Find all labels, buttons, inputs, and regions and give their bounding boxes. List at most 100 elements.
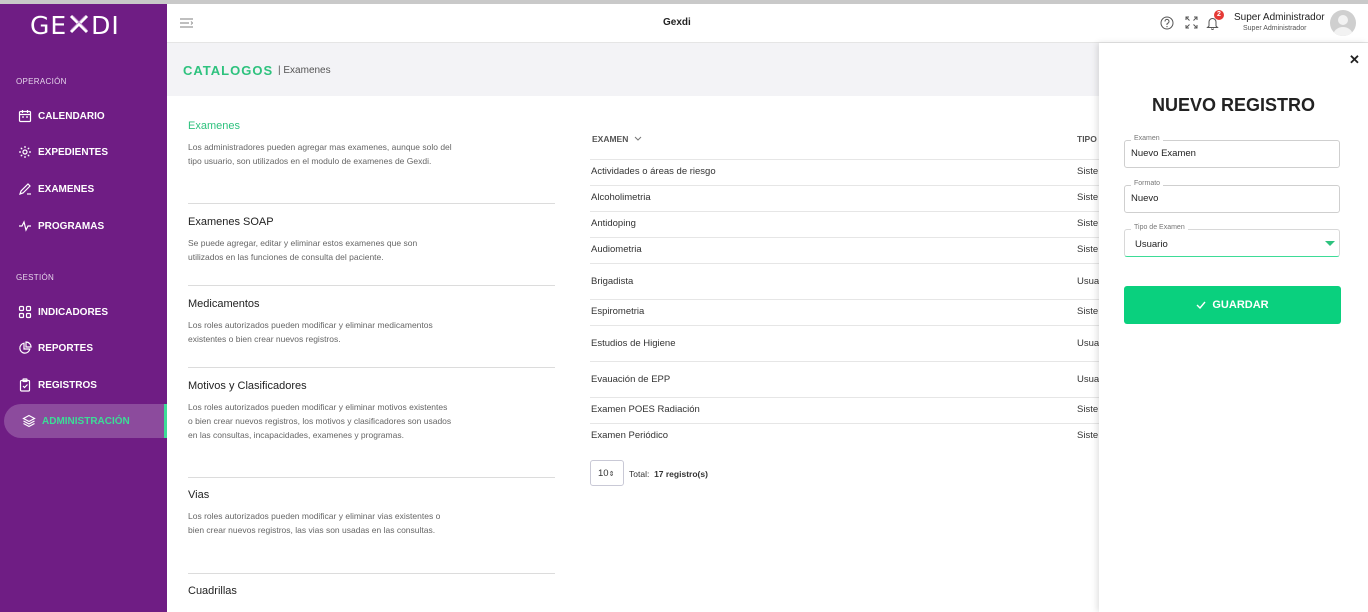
field-label: Examen <box>1131 135 1163 142</box>
cell-examen: Estudios de Higiene <box>591 338 676 349</box>
new-record-drawer: ✕ NUEVO REGISTRO Examen Formato Tipo de … <box>1099 43 1368 612</box>
cell-tipo: Usua <box>1077 374 1100 385</box>
cell-examen: Actividades o áreas de riesgo <box>591 166 716 177</box>
page-heading: CATALOGOS | Examenes <box>167 44 1102 96</box>
page-title: CATALOGOS <box>183 63 274 78</box>
expedientes-icon <box>19 146 31 158</box>
save-button[interactable]: GUARDAR <box>1124 286 1341 324</box>
table-row[interactable]: Alcoholimetria Siste <box>590 185 1102 211</box>
drawer-title: NUEVO REGISTRO <box>1151 95 1316 115</box>
catalog-title: Motivos y Clasificadores <box>188 380 307 392</box>
table-row[interactable]: Brigadista Usua <box>590 263 1102 299</box>
avatar[interactable] <box>1330 10 1356 36</box>
table-row[interactable]: Actividades o áreas de riesgo Siste <box>590 159 1102 185</box>
help-icon[interactable] <box>1160 16 1174 30</box>
divider <box>188 203 555 204</box>
table-row[interactable]: Examen Periódico Siste <box>590 423 1102 449</box>
table-row[interactable]: Espirometria Siste <box>590 299 1102 325</box>
sidebar-item-label: PROGRAMAS <box>38 220 105 232</box>
catalog-title: Cuadrillas <box>188 585 237 597</box>
sort-arrows-icon: ⇕ <box>608 471 615 478</box>
sidebar-item-label: INDICADORES <box>38 306 109 318</box>
catalog-description: Los roles autorizados pueden modificar y… <box>188 320 433 344</box>
cell-examen: Evauación de EPP <box>591 374 671 385</box>
sidebar-item-expedientes[interactable]: EXPEDIENTES <box>18 142 108 162</box>
page-size-select[interactable]: 10⇕ <box>590 460 624 486</box>
catalog-description: Los administradores pueden agregar mas e… <box>188 142 452 166</box>
divider <box>188 477 555 478</box>
catalog-medicamentos[interactable]: Medicamentos Los roles autorizados puede… <box>188 298 555 346</box>
cell-tipo: Usua <box>1077 276 1100 287</box>
sidebar-item-registros[interactable]: REGISTROS <box>18 375 97 395</box>
field-label: Tipo de Examen <box>1131 224 1188 231</box>
cell-tipo: Siste <box>1077 218 1099 229</box>
tipo-examen-select[interactable]: Tipo de Examen Usuario <box>1124 224 1340 257</box>
column-header-tipo[interactable]: TIPO <box>1077 134 1097 144</box>
catalog-description: Se puede agregar, editar y eliminar esto… <box>188 238 418 262</box>
cell-examen: Espirometria <box>591 306 645 317</box>
sidebar-item-reportes[interactable]: REPORTES <box>18 338 93 358</box>
sidebar-item-indicadores[interactable]: INDICADORES <box>18 302 108 322</box>
page-size-value: 10 <box>598 468 609 479</box>
close-icon[interactable]: ✕ <box>1349 52 1360 68</box>
catalog-cuadrillas[interactable]: Cuadrillas <box>188 585 555 605</box>
cell-tipo: Siste <box>1077 192 1099 203</box>
pie-chart-icon <box>19 341 32 354</box>
logo-text-right: DI <box>91 11 120 40</box>
cell-tipo: Siste <box>1077 404 1099 415</box>
app-logo[interactable]: GE DI <box>30 10 120 40</box>
table-row[interactable]: Antidoping Siste <box>590 211 1102 237</box>
sidebar-item-label: CALENDARIO <box>38 110 105 122</box>
column-header-label: EXAMEN <box>592 134 629 144</box>
examen-field[interactable]: Examen <box>1124 135 1340 168</box>
logo-text-left: GE <box>30 11 68 40</box>
column-header-examen[interactable]: EXAMEN <box>592 134 642 144</box>
cell-examen: Antidoping <box>591 218 636 229</box>
user-icon <box>1333 15 1353 36</box>
sidebar-item-label: ADMINISTRACIÓN <box>42 415 130 427</box>
catalog-examenes-soap[interactable]: Examenes SOAP Se puede agregar, editar y… <box>188 216 555 264</box>
menu-toggle-icon[interactable] <box>180 18 193 28</box>
section-gestion: GESTIÓN <box>16 273 55 282</box>
top-header: Gexdi 2 Super Administrador Super Admini… <box>167 4 1368 43</box>
sidebar-item-examenes[interactable]: EXAMENES <box>18 179 94 199</box>
catalog-examenes[interactable]: Examenes Los administradores pueden agre… <box>188 120 555 168</box>
breadcrumb: | Examenes <box>278 65 331 76</box>
save-button-label: GUARDAR <box>1212 299 1269 311</box>
notification-badge: 2 <box>1214 10 1224 20</box>
sidebar-item-programas[interactable]: PROGRAMAS <box>18 216 104 236</box>
sidebar-item-administracion[interactable]: ADMINISTRACIÓN <box>4 404 167 438</box>
table-row[interactable]: Examen POES Radiación Siste <box>590 397 1102 423</box>
catalog-vias[interactable]: Vias Los roles autorizados pueden modifi… <box>188 489 555 537</box>
divider <box>188 367 555 368</box>
sidebar: GE DI OPERACIÓN CALENDARIO EXPEDIENTES EX… <box>0 4 167 612</box>
total-records: Total: 17 registro(s) <box>629 469 708 479</box>
cell-examen: Examen POES Radiación <box>591 404 700 415</box>
table-row[interactable]: Estudios de Higiene Usua <box>590 325 1102 361</box>
cell-tipo: Siste <box>1077 306 1099 317</box>
table-row[interactable]: Evauación de EPP Usua <box>590 361 1102 397</box>
cell-tipo: Siste <box>1077 430 1099 441</box>
cell-tipo: Usua <box>1077 338 1100 349</box>
examen-input[interactable] <box>1131 148 1331 159</box>
user-role: Super Administrador <box>1243 25 1307 32</box>
calendar-icon <box>18 110 32 123</box>
clipboard-icon <box>19 378 31 392</box>
catalog-title: Examenes SOAP <box>188 216 274 228</box>
logo-mark-icon <box>67 12 91 36</box>
catalog-title: Medicamentos <box>188 298 260 310</box>
pulse-icon <box>19 220 31 232</box>
user-name[interactable]: Super Administrador <box>1234 12 1325 23</box>
table-row[interactable]: Audiometria Siste <box>590 237 1102 263</box>
sidebar-item-calendario[interactable]: CALENDARIO <box>18 106 105 126</box>
catalog-description: Los roles autorizados pueden modificar y… <box>188 402 452 440</box>
main-content: Examenes Los administradores pueden agre… <box>167 96 1102 612</box>
catalog-motivos[interactable]: Motivos y Clasificadores Los roles autor… <box>188 380 555 442</box>
formato-input[interactable] <box>1131 193 1331 204</box>
field-label: Formato <box>1131 180 1164 187</box>
catalog-description: Los roles autorizados pueden modificar y… <box>188 511 441 535</box>
fullscreen-icon[interactable] <box>1185 16 1198 29</box>
catalog-title: Vias <box>188 489 210 501</box>
caret-down-icon <box>1325 241 1335 246</box>
formato-field[interactable]: Formato <box>1124 180 1340 213</box>
